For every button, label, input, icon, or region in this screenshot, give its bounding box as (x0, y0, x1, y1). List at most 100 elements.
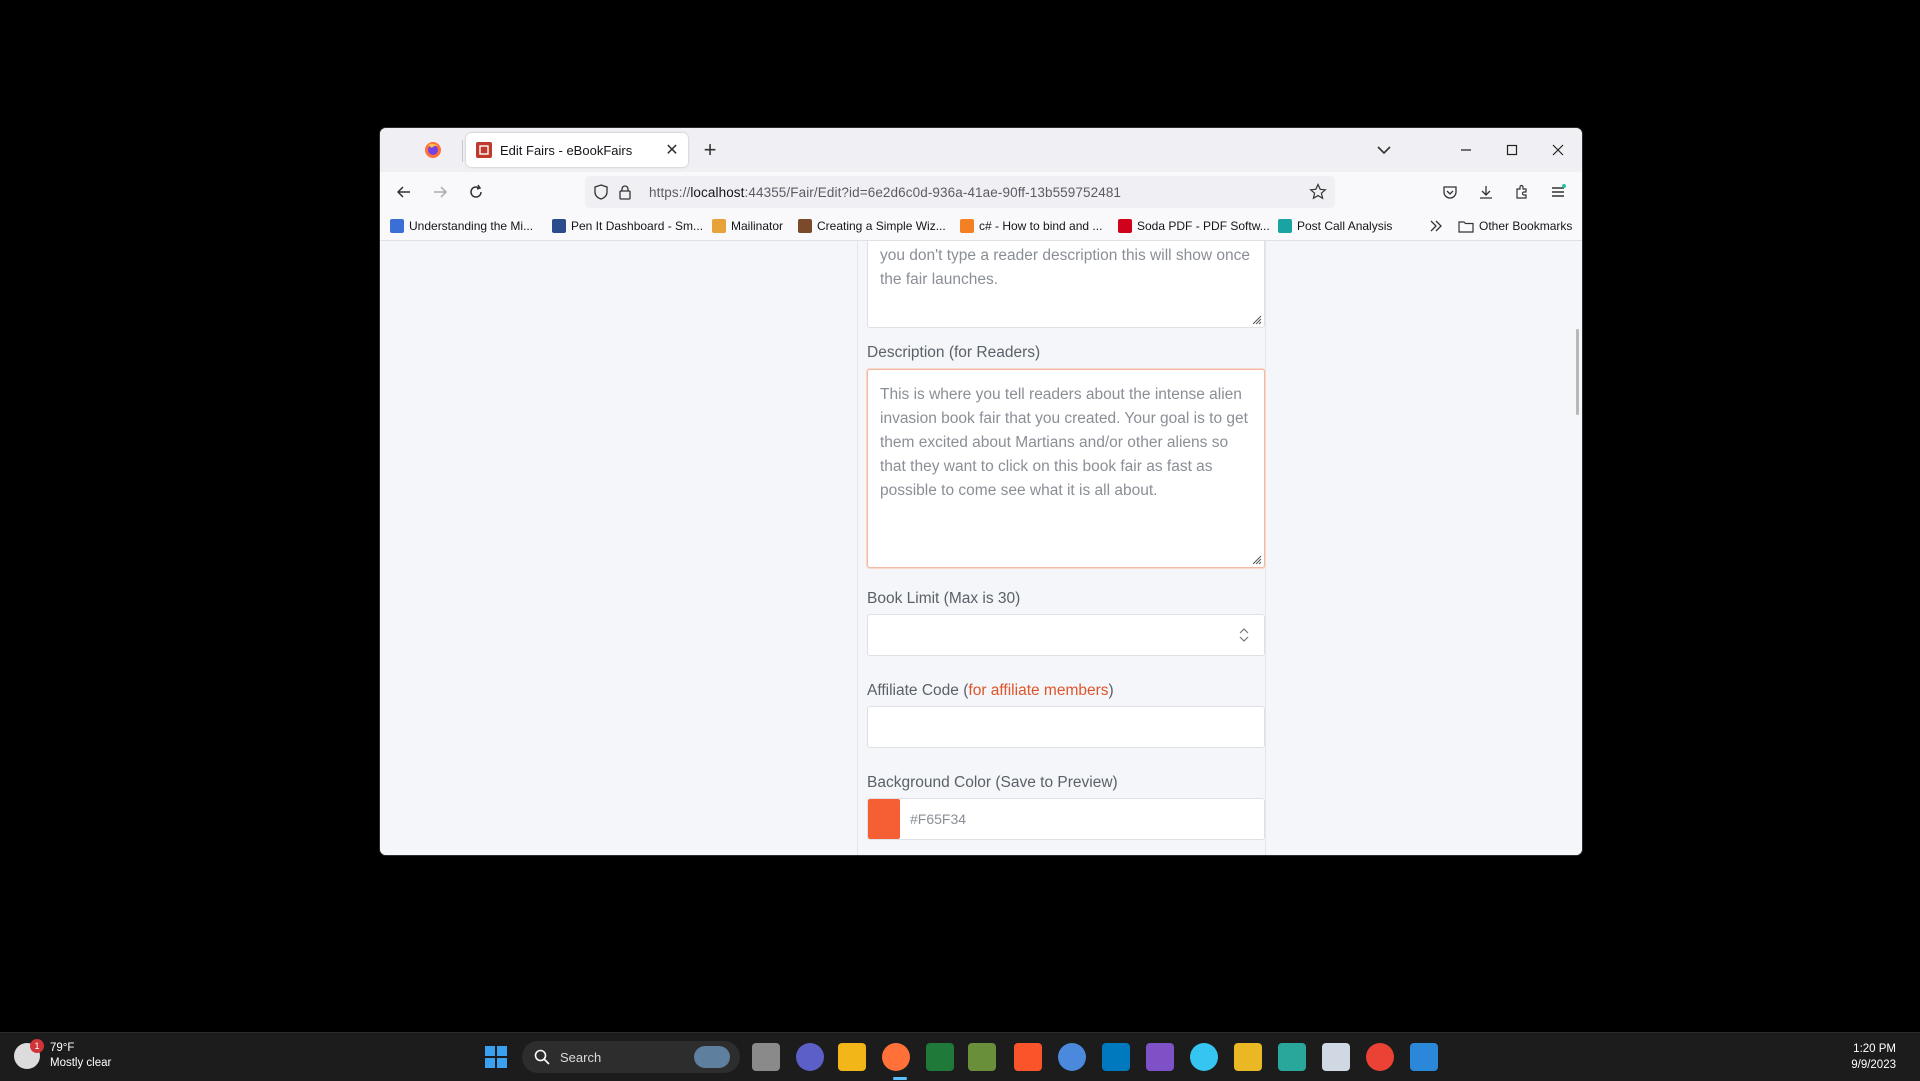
firefox-icon (425, 142, 441, 158)
slack-icon[interactable] (1190, 1043, 1218, 1071)
extensions-button[interactable] (1510, 180, 1534, 204)
start-button[interactable] (482, 1043, 510, 1071)
notepad-icon[interactable] (1322, 1043, 1350, 1071)
chrome-profile-icon[interactable] (1058, 1043, 1086, 1071)
notification-badge: 1 (30, 1039, 44, 1053)
teams-chat-icon[interactable] (796, 1043, 824, 1071)
weather-widget[interactable]: 1 79°F Mostly clear (14, 1039, 111, 1071)
affiliate-members-link[interactable]: for affiliate members (968, 682, 1108, 699)
taskbar: 1 79°F Mostly clear Search 1:20 PM 9/9/2… (0, 1032, 1920, 1081)
task-view-icon[interactable] (752, 1043, 780, 1071)
bookmark-label: Soda PDF - PDF Softw... (1137, 219, 1270, 233)
affiliate-label-close: ) (1108, 682, 1114, 699)
search-highlight-icon (694, 1046, 730, 1068)
shield-icon[interactable] (593, 184, 609, 200)
file-explorer-icon[interactable] (838, 1043, 866, 1071)
number-spinner-icon[interactable] (1236, 626, 1252, 644)
system-clock[interactable]: 1:20 PM 9/9/2023 (1851, 1041, 1896, 1073)
bookmark-item-5[interactable]: Soda PDF - PDF Softw... (1118, 217, 1270, 235)
close-window-button[interactable] (1538, 136, 1578, 164)
pocket-button[interactable] (1438, 180, 1462, 204)
tab-bar: Edit Fairs - eBookFairs ✕ + (380, 128, 1582, 172)
more-bookmarks-button[interactable] (1428, 217, 1444, 235)
hamburger-menu-icon (1552, 184, 1566, 197)
reload-button[interactable] (464, 180, 488, 204)
bookmark-favicon-icon (1118, 219, 1132, 233)
bookmark-item-4[interactable]: c# - How to bind and ... (960, 217, 1102, 235)
puzzle-icon (1516, 184, 1527, 199)
bookmark-label: Understanding the Mi... (409, 219, 534, 233)
other-bookmarks-folder[interactable]: Other Bookmarks (1458, 217, 1572, 235)
bookmark-favicon-icon (712, 219, 726, 233)
notepad-plus-icon[interactable] (968, 1043, 996, 1071)
browser-window: Edit Fairs - eBookFairs ✕ + https://loca… (380, 128, 1582, 855)
color-swatch[interactable] (868, 799, 900, 839)
bookmark-favicon-icon (960, 219, 974, 233)
bookmark-item-3[interactable]: Creating a Simple Wiz... (798, 217, 946, 235)
download-icon (1480, 186, 1492, 199)
bookmark-favicon-icon (390, 219, 404, 233)
bookmark-label: Post Call Analysis (1297, 219, 1393, 233)
resize-grip-icon[interactable] (1250, 553, 1262, 565)
taskbar-search[interactable]: Search (522, 1041, 740, 1073)
bookmark-item-6[interactable]: Post Call Analysis (1278, 217, 1392, 235)
chevron-down-icon (1377, 146, 1391, 155)
bookmarks-toolbar: Understanding the Mi... Pen It Dashboard… (380, 212, 1582, 241)
back-button[interactable] (392, 180, 416, 204)
minimize-button[interactable] (1446, 136, 1486, 164)
address-bar[interactable]: https://localhost:44355/Fair/Edit?id=6e2… (585, 176, 1335, 208)
affiliate-code-input[interactable] (867, 706, 1265, 748)
forward-button[interactable] (428, 180, 452, 204)
page-scrollbar[interactable] (1576, 329, 1579, 415)
trello-icon[interactable] (1102, 1043, 1130, 1071)
reader-description-preview-textarea[interactable]: you don't type a reader description this… (867, 241, 1265, 328)
tab-edit-fairs[interactable]: Edit Fairs - eBookFairs ✕ (466, 133, 688, 167)
downloads-button[interactable] (1474, 180, 1498, 204)
reload-icon (470, 184, 482, 198)
maximize-button[interactable] (1492, 136, 1532, 164)
visual-studio-code-icon[interactable] (926, 1043, 954, 1071)
bookmark-label: c# - How to bind and ... (979, 219, 1103, 233)
double-chevron-right-icon (1430, 220, 1442, 232)
firefox-taskbar-icon[interactable] (882, 1043, 910, 1071)
page-content: you don't type a reader description this… (380, 241, 1582, 855)
bookmark-star-icon[interactable] (1309, 183, 1327, 201)
pocket-icon (1443, 186, 1457, 199)
url-path: :44355/Fair/Edit?id=6e2d6c0d-936a-41ae-9… (744, 184, 1122, 200)
close-icon (1552, 144, 1564, 156)
description-textarea[interactable]: This is where you tell readers about the… (867, 369, 1265, 568)
search-icon (534, 1049, 550, 1065)
chrome-icon[interactable] (1366, 1043, 1394, 1071)
minimize-icon (1461, 149, 1471, 151)
weather-text: 79°F Mostly clear (50, 1041, 111, 1071)
bookmark-item-0[interactable]: Understanding the Mi... (390, 217, 533, 235)
new-tab-button[interactable]: + (698, 138, 722, 162)
book-limit-input[interactable] (867, 614, 1265, 656)
lock-icon[interactable] (617, 184, 633, 200)
affiliate-code-label: Affiliate Code (for affiliate members) (867, 682, 1114, 700)
search-placeholder: Search (560, 1049, 602, 1065)
description-label: Description (for Readers) (867, 344, 1041, 361)
bookmark-item-2[interactable]: Mailinator (712, 217, 783, 235)
resize-grip-icon[interactable] (1250, 313, 1262, 325)
bookmark-favicon-icon (1278, 219, 1292, 233)
remote-desktop-icon[interactable] (1410, 1043, 1438, 1071)
visual-studio-icon[interactable] (1146, 1043, 1174, 1071)
background-color-input[interactable]: #F65F34 (867, 798, 1265, 840)
ebookfairs-favicon-icon (476, 142, 492, 158)
url-host: localhost (690, 184, 745, 200)
folder-icon (1458, 221, 1474, 233)
url-scheme: https:// (649, 184, 691, 200)
bookmark-favicon-icon (798, 219, 812, 233)
sticky-notes-icon[interactable] (1234, 1043, 1262, 1071)
arrow-left-icon (396, 186, 410, 198)
list-all-tabs-button[interactable] (1372, 140, 1396, 160)
brave-browser-icon[interactable] (1014, 1043, 1042, 1071)
windows-logo-icon (485, 1046, 507, 1068)
bookmark-item-1[interactable]: Pen It Dashboard - Sm... (552, 217, 703, 235)
app-icon[interactable] (1278, 1043, 1306, 1071)
tab-close-icon[interactable]: ✕ (660, 140, 684, 160)
weather-temperature: 79°F (50, 1042, 75, 1054)
app-menu-button[interactable] (1546, 180, 1570, 204)
firefox-view-tab[interactable] (420, 137, 446, 163)
